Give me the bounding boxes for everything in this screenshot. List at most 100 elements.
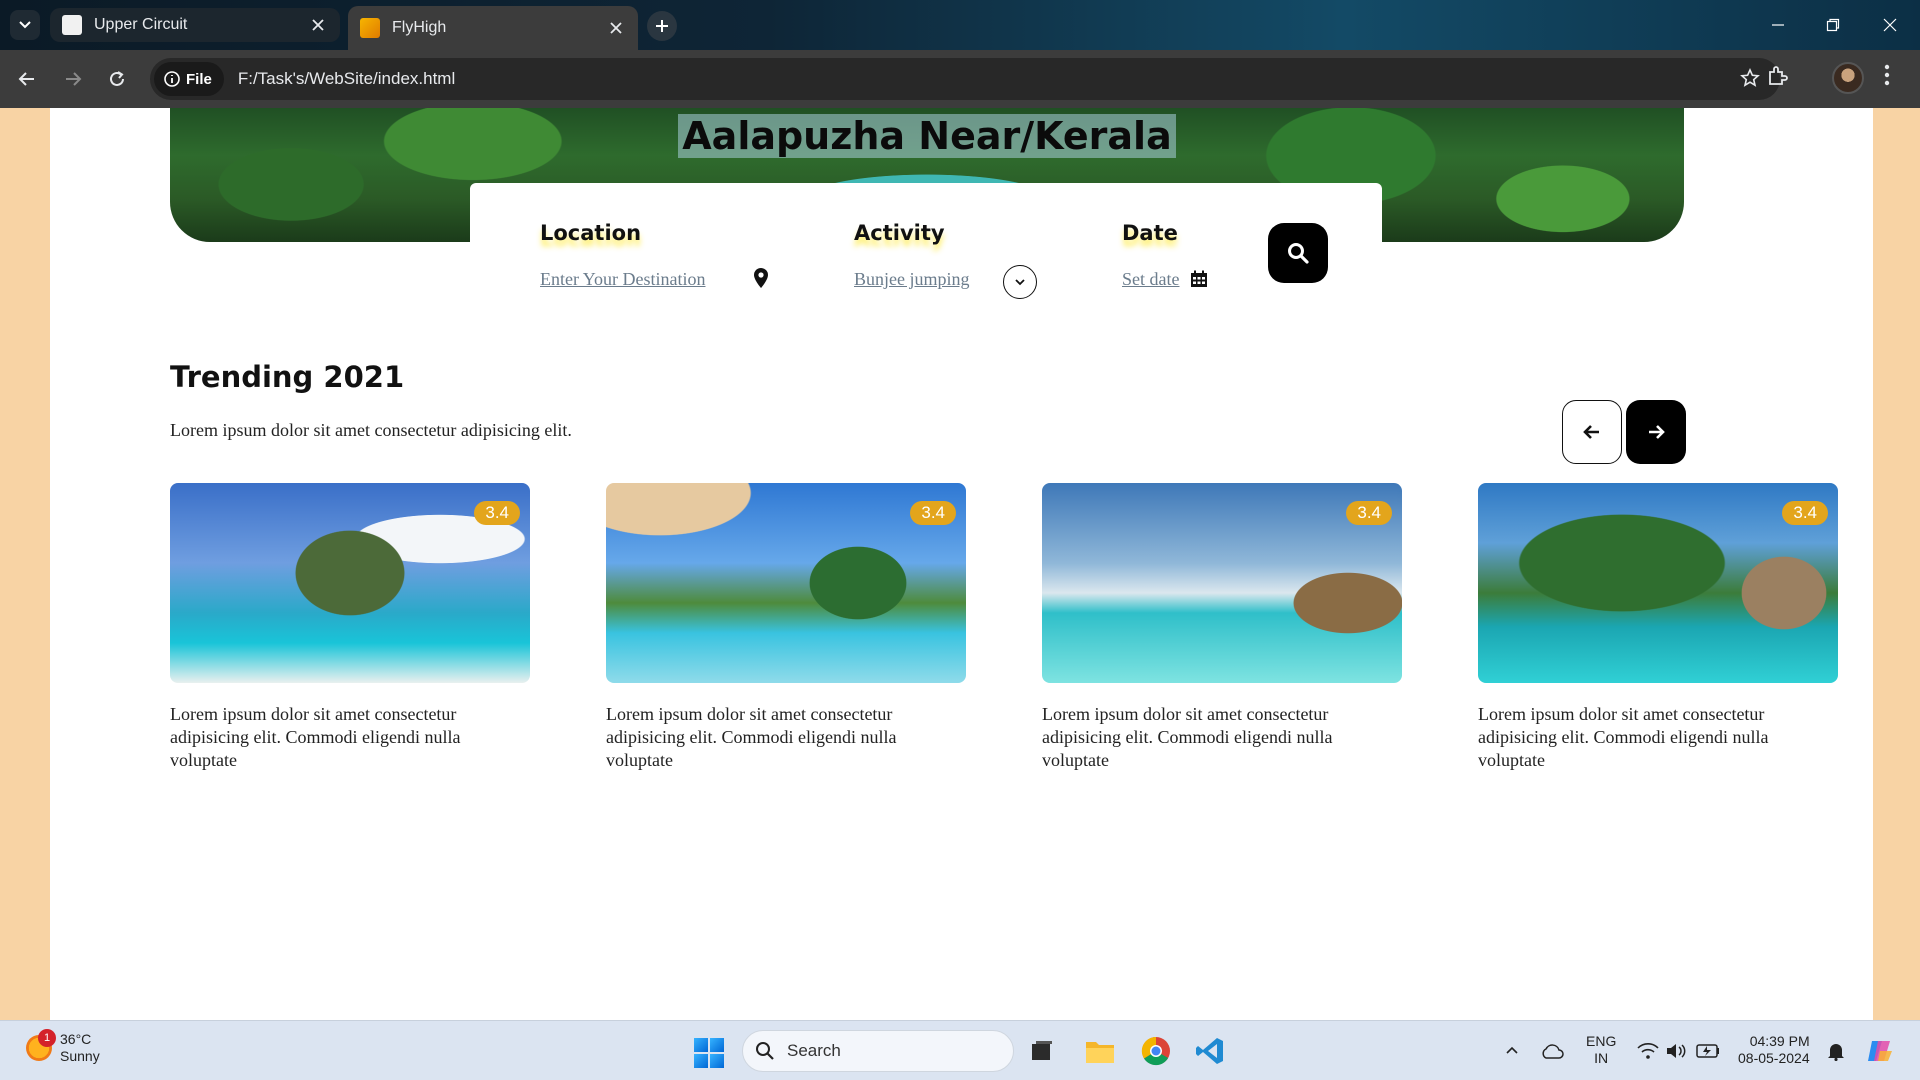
reload-icon (110, 71, 124, 86)
copilot-icon[interactable] (1862, 1033, 1898, 1069)
speaker-icon[interactable] (1658, 1033, 1694, 1069)
card-description: Lorem ipsum dolor sit amet consectetur a… (606, 704, 897, 770)
activity-label: Activity (854, 221, 945, 245)
trending-subtitle: Lorem ipsum dolor sit amet consectetur a… (170, 420, 572, 440)
taskbar-search[interactable]: Search (742, 1030, 1014, 1072)
tab-flyhigh[interactable]: FlyHigh (348, 6, 638, 50)
taskbar-search-label: Search (787, 1041, 841, 1060)
arrow-left-icon (1583, 425, 1599, 439)
tab-upper-circuit[interactable]: Upper Circuit (50, 8, 340, 42)
destination-image[interactable]: 3.4 (1478, 483, 1838, 683)
plus-icon (656, 20, 668, 32)
address-bar[interactable]: File F:/Task's/WebSite/index.html (150, 58, 1780, 100)
date-label: Date (1122, 221, 1178, 245)
destination-card[interactable]: 3.4 Lorem ipsum dolor sit amet consectet… (1042, 483, 1402, 772)
arrow-left-icon (18, 72, 34, 86)
arrow-right-icon (66, 72, 82, 86)
search-icon (1288, 243, 1309, 264)
chevron-up-icon[interactable] (1494, 1033, 1530, 1069)
destination-image[interactable]: 3.4 (170, 483, 530, 683)
destination-card[interactable]: 3.4 Lorem ipsum dolor sit amet consectet… (170, 483, 530, 772)
arrow-right-icon (1649, 425, 1665, 439)
destination-card[interactable]: 3.4 Lorem ipsum dolor sit amet consectet… (1478, 483, 1838, 772)
weather-widget[interactable]: 1 36°C Sunny (26, 1029, 100, 1065)
forward-button[interactable] (58, 64, 88, 94)
restore-button[interactable] (1813, 10, 1853, 40)
back-button[interactable] (12, 64, 42, 94)
onedrive-icon[interactable] (1534, 1033, 1570, 1069)
site-info-chip[interactable]: File (154, 62, 224, 96)
extensions-puzzle-icon[interactable] (1766, 64, 1790, 93)
battery-icon[interactable] (1690, 1033, 1726, 1069)
info-icon (164, 71, 180, 87)
hero-title: Aalapuzha Near/Kerala (170, 114, 1684, 158)
upper-circuit-favicon-icon (62, 15, 82, 35)
reload-button[interactable] (102, 64, 132, 94)
bookmark-star-icon[interactable] (1740, 68, 1760, 93)
task-view-icon[interactable] (1024, 1033, 1060, 1069)
rating-badge: 3.4 (1346, 501, 1392, 525)
minimize-icon (1772, 24, 1784, 26)
windows-logo-icon (694, 1038, 708, 1052)
trending-title: Trending 2021 (170, 360, 405, 394)
search-button[interactable] (1268, 223, 1328, 283)
clock-time: 04:39 PM (1749, 1033, 1810, 1049)
close-icon[interactable] (308, 15, 328, 35)
destination-card[interactable]: 3.4 Lorem ipsum dolor sit amet consectet… (606, 483, 966, 772)
tab-title: FlyHigh (392, 19, 447, 36)
close-icon (1883, 18, 1897, 32)
date-input[interactable]: Set date (1122, 269, 1179, 290)
region-code: IN (1594, 1050, 1609, 1066)
notification-badge: 1 (38, 1029, 56, 1047)
location-label: Location (540, 221, 642, 245)
language-code: ENG (1586, 1033, 1617, 1049)
chevron-down-icon (19, 21, 31, 29)
search-icon (756, 1042, 774, 1060)
notification-bell-icon[interactable] (1818, 1033, 1854, 1069)
system-clock[interactable]: 04:39 PM 08-05-2024 (1738, 1033, 1810, 1067)
clock-date: 08-05-2024 (1738, 1050, 1810, 1066)
carousel-next-button[interactable] (1626, 400, 1686, 464)
weather-desc: Sunny (60, 1048, 100, 1064)
hero-title-text: Aalapuzha Near/Kerala (678, 114, 1176, 158)
calendar-icon[interactable] (1190, 270, 1208, 288)
activity-select[interactable]: Bunjee jumping (854, 269, 970, 290)
browser-titlebar: Upper Circuit FlyHigh (0, 0, 1920, 50)
rating-badge: 3.4 (1782, 501, 1828, 525)
tab-search-button[interactable] (10, 10, 40, 40)
close-window-button[interactable] (1870, 10, 1910, 40)
rating-badge: 3.4 (910, 501, 956, 525)
more-menu-icon[interactable] (1884, 64, 1890, 91)
flyhigh-favicon-icon (360, 18, 380, 38)
tab-title: Upper Circuit (94, 16, 188, 33)
site-chip-label: File (186, 70, 212, 88)
new-tab-button[interactable] (647, 11, 677, 41)
file-explorer-icon[interactable] (1082, 1033, 1118, 1069)
sun-icon: 1 (26, 1029, 56, 1061)
search-panel: Location Enter Your Destination Activity… (470, 183, 1382, 333)
minimize-button[interactable] (1758, 10, 1798, 40)
taskbar: 1 36°C Sunny Search ENG IN 04:39 PM 08-0… (0, 1020, 1920, 1080)
start-button[interactable] (694, 1038, 724, 1068)
restore-icon (1826, 18, 1840, 32)
card-description: Lorem ipsum dolor sit amet consectetur a… (1042, 704, 1333, 770)
destination-image[interactable]: 3.4 (1042, 483, 1402, 683)
destination-image[interactable]: 3.4 (606, 483, 966, 683)
close-icon[interactable] (606, 18, 626, 38)
rating-badge: 3.4 (474, 501, 520, 525)
page-viewport: Aalapuzha Near/Kerala Location Enter You… (50, 108, 1873, 1020)
card-description: Lorem ipsum dolor sit amet consectetur a… (1478, 704, 1769, 770)
location-input[interactable]: Enter Your Destination (540, 269, 706, 290)
map-pin-icon (753, 267, 769, 289)
activity-dropdown-button[interactable] (1003, 265, 1037, 299)
browser-toolbar: File F:/Task's/WebSite/index.html (0, 50, 1920, 108)
language-indicator[interactable]: ENG IN (1586, 1033, 1616, 1067)
url-text[interactable]: F:/Task's/WebSite/index.html (238, 69, 455, 89)
carousel-prev-button[interactable] (1562, 400, 1622, 464)
card-description: Lorem ipsum dolor sit amet consectetur a… (170, 704, 461, 770)
chevron-down-icon (1015, 279, 1025, 286)
chrome-icon[interactable] (1138, 1033, 1174, 1069)
weather-temp: 36°C (60, 1031, 92, 1047)
vscode-icon[interactable] (1192, 1033, 1228, 1069)
profile-avatar[interactable] (1832, 62, 1864, 94)
